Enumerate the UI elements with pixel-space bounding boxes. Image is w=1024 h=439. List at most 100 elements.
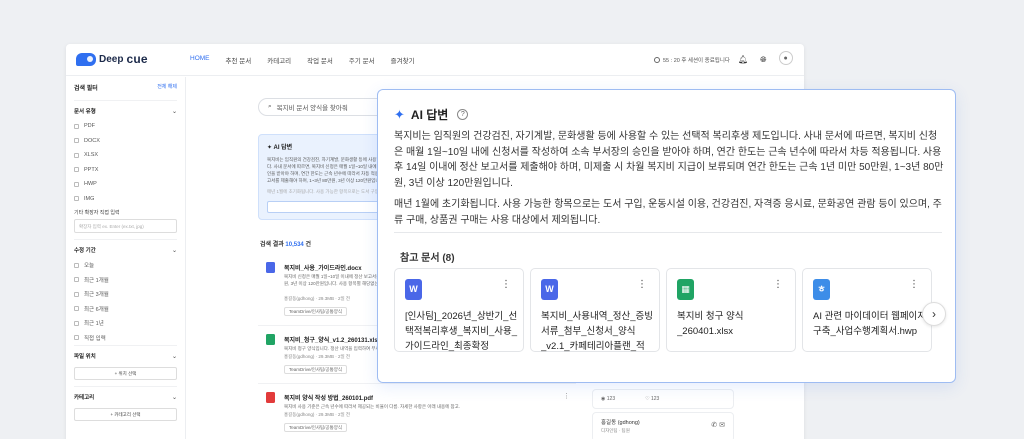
more-icon[interactable]: ⋮ <box>501 280 511 290</box>
option-label: PPTX <box>84 166 99 173</box>
logo-mark-icon <box>76 52 96 66</box>
clock-icon <box>654 57 660 63</box>
help-icon[interactable]: ? <box>457 109 469 120</box>
result-folder[interactable]: TeamDrive/인사팀/공통양식 <box>284 307 347 316</box>
filter-option[interactable]: XLSX <box>74 148 177 163</box>
search-icon: ⌕ <box>268 103 272 110</box>
more-icon[interactable]: ⋮ <box>563 392 570 400</box>
option-label: 최근 6개월 <box>84 306 109 313</box>
popup-header: ✦ AI 답변 ? <box>394 106 469 123</box>
result-meta: 홍길동(gdhong) · 29.3MB · 2일 전 <box>284 354 350 359</box>
ext-input[interactable]: 확장자 입력 ex. Enter (ex.txt, jpg) <box>74 219 177 233</box>
filter-option[interactable]: 최근 6개월 <box>74 302 177 317</box>
filter-option[interactable]: 최근 3개월 <box>74 287 177 302</box>
chevron-right-icon: › <box>932 307 936 321</box>
filter-header: 검색 필터 전체 해제 <box>74 83 177 92</box>
owner-card: 홍길동 (gdhong) 디자인팀 · 팀원 ✆ ✉ <box>592 412 734 439</box>
option-label: 최근 1개월 <box>84 277 109 284</box>
reference-name: 복지비 청구 양식_260401.xlsx <box>677 311 744 337</box>
more-icon[interactable]: ⋮ <box>637 280 647 290</box>
option-label: 최근 3개월 <box>84 292 109 299</box>
checkbox[interactable] <box>74 138 79 144</box>
sheet-file-icon <box>266 334 275 345</box>
chevron-down-icon: ⌄ <box>171 353 177 360</box>
category-section[interactable]: 카테고리 ⌄ <box>74 386 177 405</box>
filter-option[interactable]: DOCX <box>74 134 177 149</box>
filter-option[interactable]: PPTX <box>74 163 177 178</box>
filter-option[interactable]: 최근 1개월 <box>74 273 177 288</box>
nav-recommended[interactable]: 추천 문서 <box>226 55 252 65</box>
result-folder[interactable]: TeamDrive/인사팀/공통양식 <box>284 365 347 374</box>
nav-favorites[interactable]: 즐겨찾기 <box>391 55 415 65</box>
radio[interactable] <box>74 335 79 341</box>
radio[interactable] <box>74 291 79 297</box>
checkbox[interactable] <box>74 196 79 202</box>
likes-value: 123 <box>650 396 660 402</box>
result-title[interactable]: 복지비 양식 작성 방법_260101.pdf <box>284 393 373 402</box>
radio[interactable] <box>74 277 79 283</box>
select-location-button[interactable]: + 위치 선택 <box>74 367 177 380</box>
period-section[interactable]: 수정 기간 ⌄ <box>74 239 177 258</box>
reference-card[interactable]: W ⋮ [인사팀]_2026년_상반기_선택적복리후생_복지비_사용_가이드라인… <box>394 268 524 352</box>
filter-sidebar: 검색 필터 전체 해제 문서 유형 ⌄ PDF DOCX XLSX PPTX H… <box>66 77 186 439</box>
checkbox[interactable] <box>74 167 79 173</box>
filter-option[interactable]: 직접 입력 <box>74 331 177 346</box>
reference-name: 복지비_사용내역_정산_증빙서류_첨부_신청서_양식_v2.1_카페테리아플랜_… <box>541 311 653 352</box>
sparkle-icon: ✦ <box>394 107 405 122</box>
option-label: XLSX <box>84 152 99 159</box>
select-category-button[interactable]: + 카테고리 선택 <box>74 408 177 421</box>
results-count: 검색 결과 10,534 건 <box>260 239 311 248</box>
divider <box>394 232 942 233</box>
reset-filters-button[interactable]: 전체 해제 <box>157 83 177 92</box>
next-arrow-button[interactable]: › <box>922 302 946 326</box>
avatar[interactable]: ● <box>778 51 793 65</box>
filter-option[interactable]: HWP <box>74 177 177 192</box>
more-icon[interactable]: ⋮ <box>773 280 783 290</box>
filter-option[interactable]: 최근 1년 <box>74 316 177 331</box>
checkbox[interactable] <box>74 152 79 158</box>
result-title[interactable]: 복지비_사용_가이드라인.docx <box>284 263 362 272</box>
phone-icon[interactable]: ✆ ✉ <box>711 421 725 429</box>
filter-option[interactable]: IMG <box>74 192 177 207</box>
option-label: HWP <box>84 181 97 188</box>
reference-card[interactable]: W ⋮ 복지비_사용내역_정산_증빙서류_첨부_신청서_양식_v2.1_카페테리… <box>530 268 660 352</box>
chevron-down-icon: ⌄ <box>171 394 177 401</box>
ai-answer-preview-title-text: AI 답변 <box>273 145 293 151</box>
reference-card[interactable]: ㅎ ⋮ AI 관련 마이데이터 웹페이지 구축_사업수행계획서.hwp <box>802 268 932 352</box>
word-file-icon: W <box>541 279 558 300</box>
filter-title: 검색 필터 <box>74 86 98 92</box>
option-label: 오늘 <box>84 263 95 270</box>
answer-paragraph-2: 매년 1월에 초기화됩니다. 사용 가능한 항목으로는 도서 구입, 운동시설 … <box>394 199 942 226</box>
doc-type-section[interactable]: 문서 유형 ⌄ <box>74 100 177 119</box>
reference-card[interactable]: ▦ ⋮ 복지비 청구 양식_260401.xlsx <box>666 268 796 352</box>
checkbox[interactable] <box>74 123 79 129</box>
radio[interactable] <box>74 262 79 268</box>
file-location-label: 파일 위치 <box>74 354 96 360</box>
result-row[interactable]: 복지비 양식 작성 방법_260101.pdf ⋮ 복지비 사용 기준은 근속 … <box>258 386 576 439</box>
logo-suffix: cue <box>126 52 148 66</box>
results-number: 10,534 <box>285 242 304 248</box>
search-query: 복지비 문서 양식을 찾아줘 <box>276 105 348 112</box>
word-file-icon <box>266 262 275 273</box>
logo[interactable]: Deep cue <box>76 52 148 66</box>
nav-home[interactable]: HOME <box>190 55 210 65</box>
stats-card: ◉ 123 ♡ 123 <box>592 389 734 409</box>
nav-category[interactable]: 카테고리 <box>267 55 291 65</box>
globe-icon[interactable]: 🌐︎ <box>760 55 766 65</box>
filter-option[interactable]: PDF <box>74 119 177 134</box>
filter-option[interactable]: 오늘 <box>74 258 177 273</box>
nav-work-docs[interactable]: 작업 문서 <box>307 55 333 65</box>
nav-periodic-docs[interactable]: 주기 문서 <box>349 55 375 65</box>
checkbox[interactable] <box>74 181 79 187</box>
reference-name: [인사팀]_2026년_상반기_선택적복리후생_복지비_사용_가이드라인_최종확… <box>405 311 518 352</box>
radio[interactable] <box>74 320 79 326</box>
popup-title: AI 답변 <box>410 108 449 122</box>
option-label: 직접 입력 <box>84 335 106 342</box>
result-folder[interactable]: TeamDrive/인사팀/공통양식 <box>284 423 347 432</box>
bell-icon[interactable]: 🔔︎ <box>738 55 748 64</box>
radio[interactable] <box>74 306 79 312</box>
file-location-section[interactable]: 파일 위치 ⌄ <box>74 345 177 364</box>
views-value: 123 <box>606 396 616 402</box>
more-icon[interactable]: ⋮ <box>909 280 919 290</box>
result-title[interactable]: 복지비_청구_양식_v1.2_260131.xlsx <box>284 335 381 344</box>
